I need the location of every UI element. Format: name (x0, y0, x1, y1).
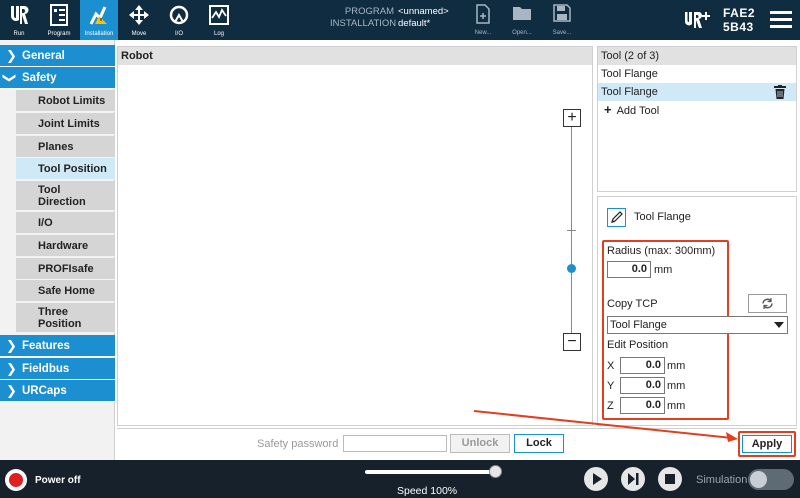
new-file-icon (476, 4, 490, 24)
trash-icon[interactable] (774, 85, 786, 99)
sidebar-category-features[interactable]: ❯ Features (0, 335, 115, 357)
io-tab[interactable]: I/O (160, 0, 198, 40)
x-unit: mm (667, 360, 686, 372)
y-unit: mm (667, 380, 686, 392)
run-tab[interactable]: Run (0, 0, 38, 40)
sidebar: ❯ General ❯ Safety Robot Limits Joint Limi… (0, 40, 115, 460)
ur-logo-icon (11, 5, 29, 24)
open-button[interactable]: Open... (507, 4, 537, 36)
zoom-in-button[interactable]: + (563, 109, 581, 127)
sidebar-item-tool-position[interactable]: Tool Position (16, 158, 115, 180)
tool-properties-panel: Tool Flange Radius (max: 300mm) 0.0 mm C… (597, 196, 797, 426)
annotation-arrow (473, 410, 738, 442)
program-tab[interactable]: Program (40, 0, 78, 40)
x-label: X (607, 360, 615, 372)
sidebar-item-safe-home[interactable]: Safe Home (16, 280, 115, 302)
stop-button[interactable] (658, 467, 682, 491)
sidebar-item-profisafe[interactable]: PROFIsafe (16, 258, 115, 280)
new-button[interactable]: New... (468, 4, 498, 36)
safety-password-label: Safety password (257, 438, 339, 450)
chevron-down-icon: ❯ (2, 72, 18, 84)
program-icon (50, 4, 68, 26)
simulation-label: Simulation (696, 474, 748, 486)
radius-input[interactable]: 0.0 (607, 261, 651, 278)
dropdown-arrow-icon (774, 322, 784, 328)
power-status-label[interactable]: Power off (35, 475, 81, 486)
copy-tcp-select[interactable]: Tool Flange (607, 316, 788, 334)
speed-label: Speed 100% (397, 485, 458, 497)
y-input[interactable]: 0.0 (620, 377, 665, 394)
chevron-right-icon: ❯ (6, 48, 17, 63)
installation-icon (89, 6, 107, 25)
speed-slider-track[interactable] (365, 470, 495, 474)
save-icon (553, 4, 571, 22)
log-tab[interactable]: Log (200, 0, 238, 40)
sidebar-category-safety[interactable]: ❯ Safety (0, 67, 115, 89)
edit-tool-name-button[interactable] (607, 208, 626, 227)
simulation-toggle[interactable] (748, 469, 794, 490)
move-tab[interactable]: Move (120, 0, 158, 40)
footer-bar: Power off Speed 100% Simulation (0, 460, 800, 498)
save-button[interactable]: Save... (547, 4, 577, 36)
speed-slider-handle[interactable] (488, 465, 502, 478)
apply-highlight-box: Apply (738, 431, 796, 457)
sidebar-item-joint-limits[interactable]: Joint Limits (16, 113, 115, 135)
x-input[interactable]: 0.0 (620, 357, 665, 374)
apply-button[interactable]: Apply (742, 435, 792, 453)
program-name: <unnamed> (398, 6, 449, 17)
hamburger-menu-icon[interactable] (770, 11, 792, 29)
sidebar-item-tool-direction[interactable]: Tool Direction (16, 181, 115, 211)
edit-position-label: Edit Position (607, 339, 669, 351)
add-tool-button[interactable]: + Add Tool (598, 101, 796, 119)
log-icon (209, 5, 229, 25)
robot-name: FAE2 5B43 (723, 6, 756, 34)
play-icon (593, 473, 602, 485)
robot-panel-title: Robot (118, 47, 592, 65)
sidebar-item-robot-limits[interactable]: Robot Limits (16, 90, 115, 112)
sidebar-item-hardware[interactable]: Hardware (16, 235, 115, 257)
installation-name: default* (398, 18, 431, 29)
power-button[interactable] (5, 469, 27, 491)
sidebar-item-io[interactable]: I/O (16, 212, 115, 234)
installation-tab[interactable]: Installation (80, 0, 118, 40)
chevron-right-icon: ❯ (6, 338, 17, 353)
radius-label: Radius (max: 300mm) (607, 245, 716, 257)
sidebar-item-three-position[interactable]: Three Position (16, 303, 115, 333)
zoom-out-button[interactable]: − (563, 333, 581, 351)
sidebar-item-planes[interactable]: Planes (16, 136, 115, 158)
radius-unit: mm (654, 264, 673, 276)
top-bar: Run Program Installation Move I/O Log PR… (0, 0, 800, 40)
refresh-icon (762, 298, 773, 309)
tool-list-item[interactable]: Tool Flange (598, 65, 796, 83)
tool-list-item-selected[interactable]: Tool Flange (598, 83, 796, 101)
step-button[interactable] (621, 467, 645, 491)
tool-list-panel: Tool (2 of 3) Tool Flange Tool Flange + A… (597, 46, 797, 192)
pencil-icon (611, 211, 623, 223)
ur-plus-icon[interactable] (684, 9, 712, 31)
io-icon (169, 5, 189, 25)
program-info: PROGRAM <unnamed> INSTALLATION default* (330, 6, 449, 29)
stop-icon (665, 474, 675, 484)
robot-view-panel: Robot + − (117, 46, 593, 426)
copy-tcp-label: Copy TCP (607, 298, 658, 310)
zoom-slider-handle[interactable] (567, 264, 576, 273)
refresh-tcp-button[interactable] (748, 294, 787, 313)
y-label: Y (607, 380, 615, 392)
tool-name-label: Tool Flange (634, 211, 691, 223)
safety-password-input[interactable] (343, 435, 447, 452)
zoom-slider-tick (567, 230, 576, 231)
play-button[interactable] (584, 467, 608, 491)
sidebar-category-fieldbus[interactable]: ❯ Fieldbus (0, 358, 115, 380)
sidebar-category-urcaps[interactable]: ❯ URCaps (0, 380, 115, 402)
sidebar-category-general[interactable]: ❯ General (0, 45, 115, 67)
move-icon (129, 5, 149, 25)
chevron-right-icon: ❯ (6, 383, 17, 398)
open-folder-icon (513, 7, 531, 20)
plus-icon: + (604, 102, 612, 117)
tool-list-title: Tool (2 of 3) (598, 47, 796, 65)
chevron-right-icon: ❯ (6, 361, 17, 376)
step-icon (628, 473, 639, 485)
